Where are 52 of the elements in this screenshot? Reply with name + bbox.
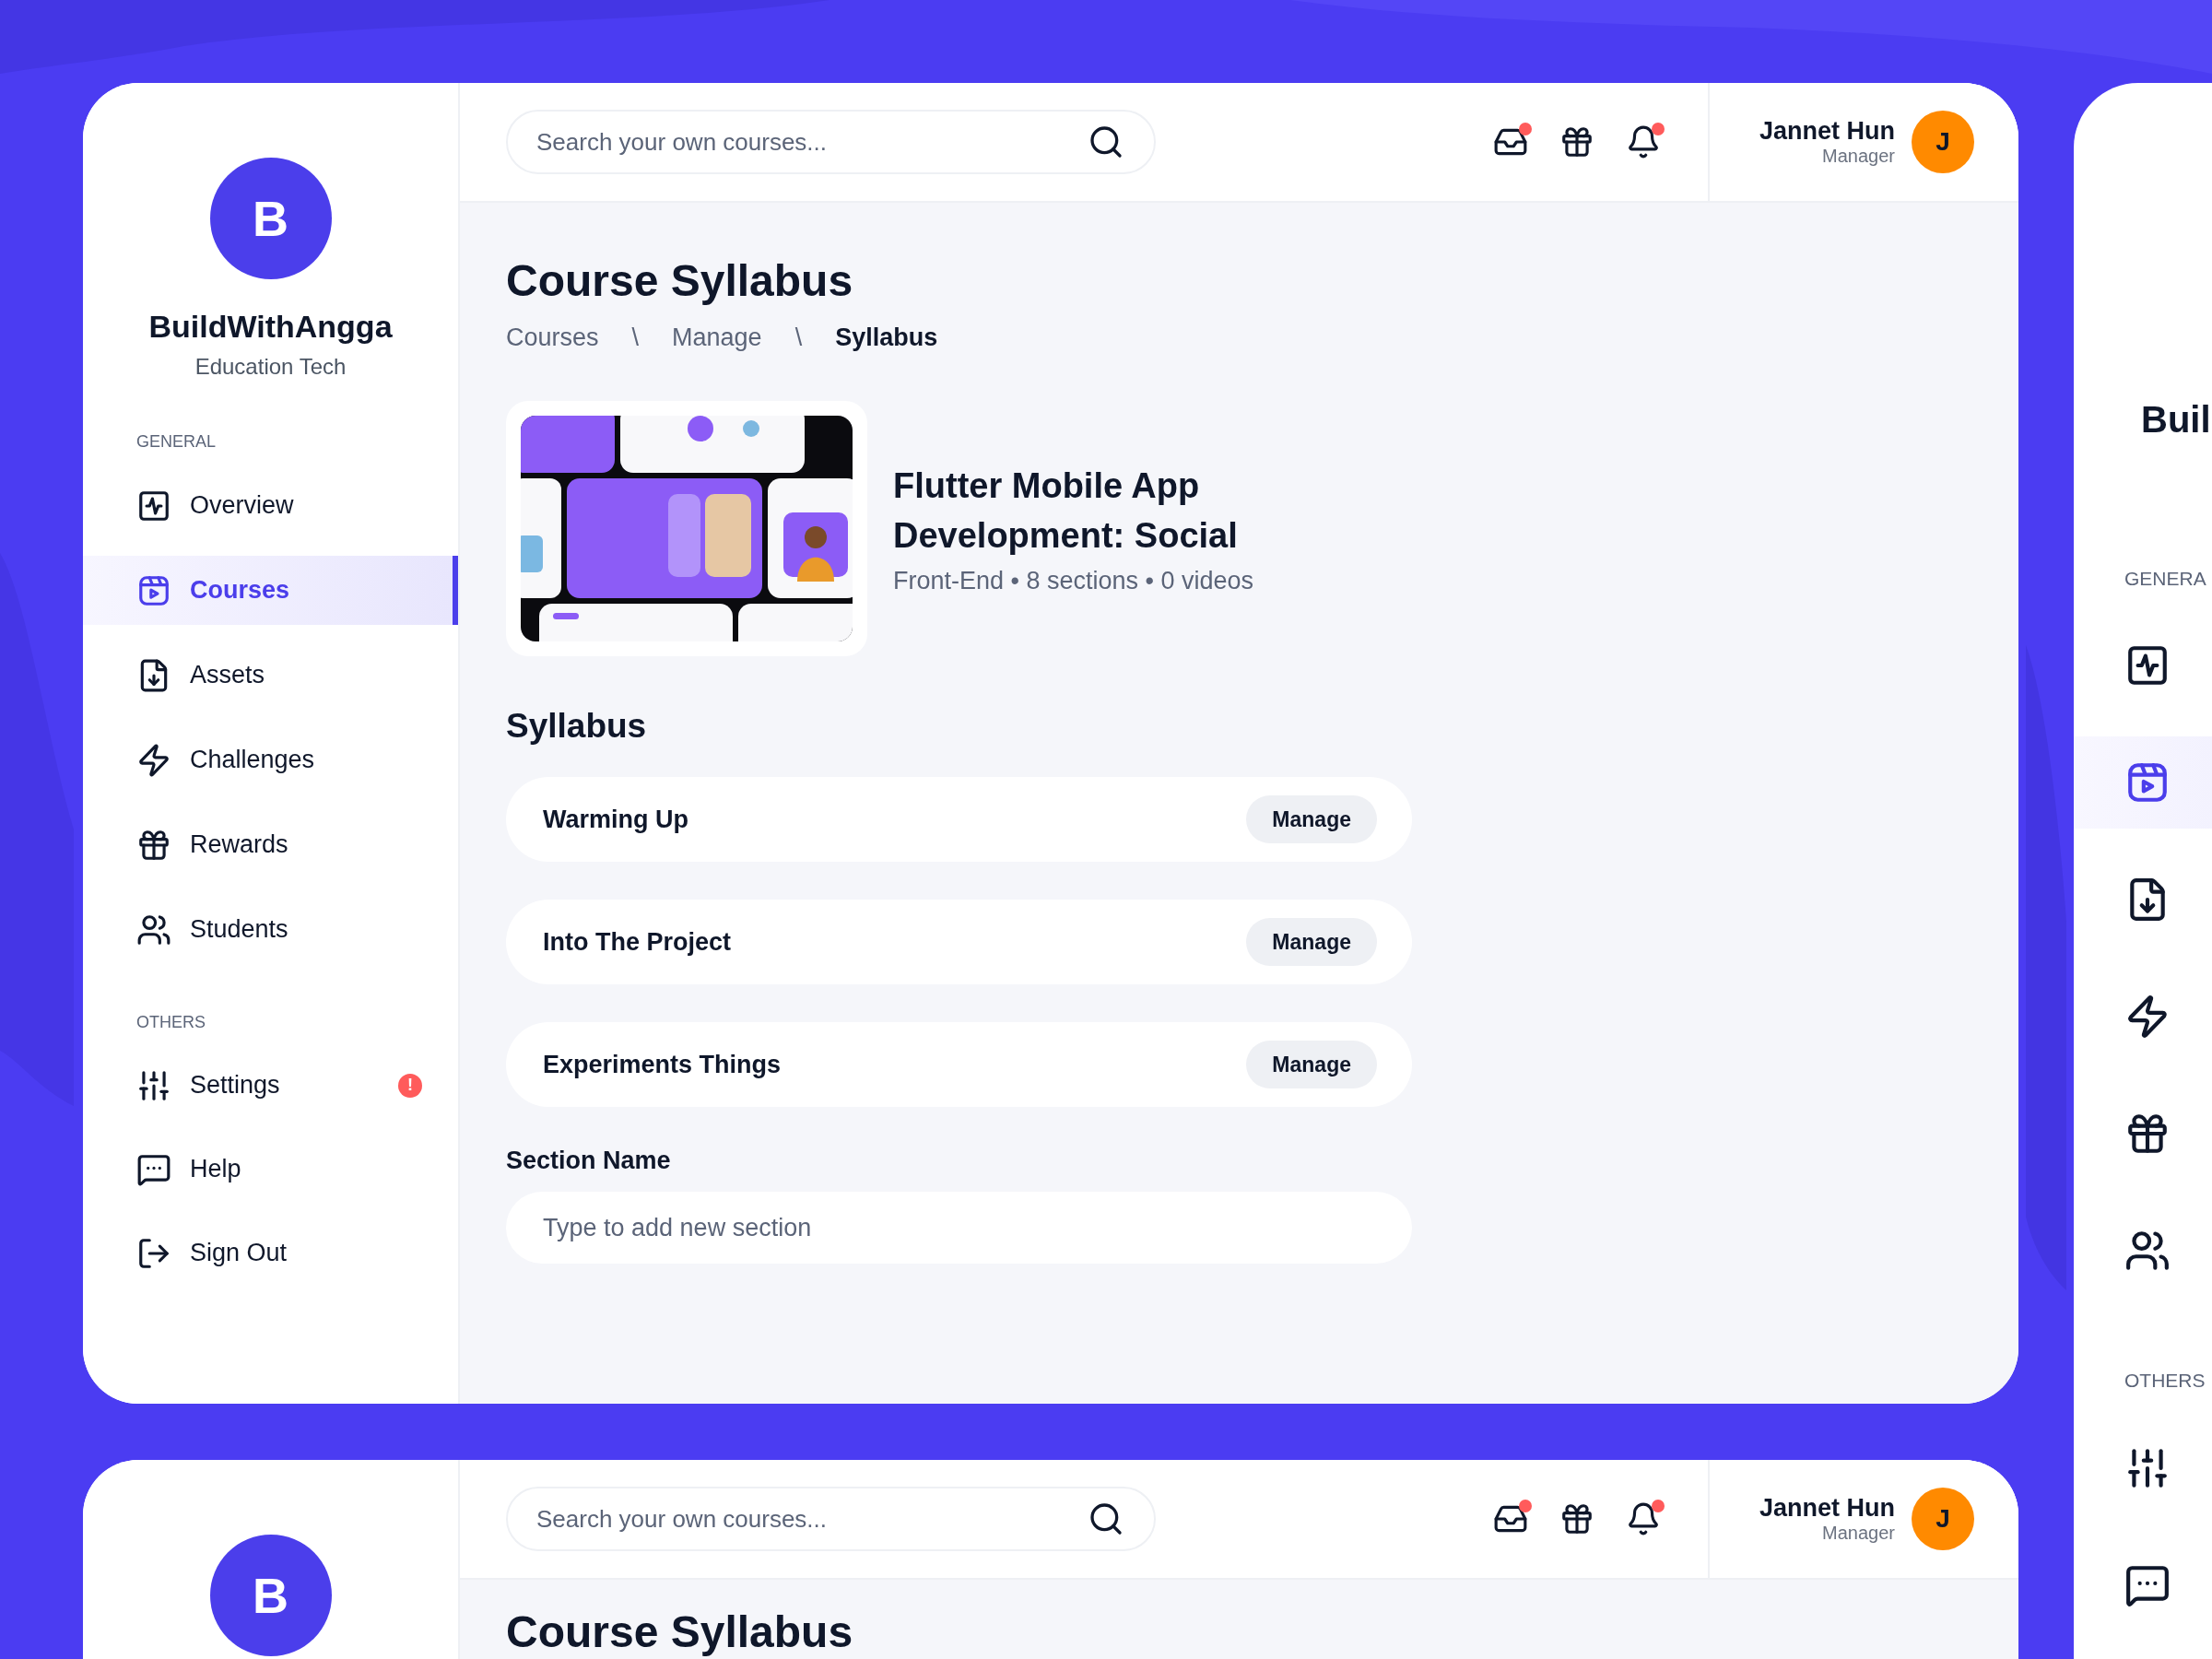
section-heading: GENERA xyxy=(2124,567,2207,591)
syllabus-section-name: Warming Up xyxy=(543,804,688,835)
manage-button[interactable]: Manage xyxy=(1246,918,1377,966)
user-avatar[interactable]: J xyxy=(1912,111,1974,173)
gift-icon[interactable] xyxy=(1559,1501,1594,1536)
section-name-field[interactable]: Type to add new section xyxy=(506,1192,1412,1264)
sidebar-item[interactable]: Help xyxy=(83,1135,458,1204)
bell-icon[interactable] xyxy=(1626,124,1661,159)
search-field[interactable]: Search your own courses... xyxy=(506,1487,1156,1551)
user-avatar[interactable]: J xyxy=(1912,1488,1974,1550)
breadcrumb-link[interactable]: Manage xyxy=(672,322,762,353)
sidebar-item[interactable]: Sign Out xyxy=(83,1218,458,1288)
section-heading: OTHERS xyxy=(2124,1369,2206,1393)
search-icon[interactable] xyxy=(1088,1500,1124,1537)
search-icon[interactable] xyxy=(1088,124,1124,160)
breadcrumb-separator: \ xyxy=(631,323,640,353)
field-label: Section Name xyxy=(506,1146,671,1176)
search-field[interactable]: Search your own courses... xyxy=(506,110,1156,174)
bell-icon[interactable] xyxy=(1626,1501,1661,1536)
page-title: Course Syllabus xyxy=(506,1609,854,1655)
page-title: Course Syllabus xyxy=(506,255,853,307)
section-heading: GENERAL xyxy=(135,431,218,453)
manage-button[interactable]: Manage xyxy=(1246,795,1377,843)
syllabus-section-name: Experiments Things xyxy=(543,1049,782,1080)
manage-button[interactable]: Manage xyxy=(1246,1041,1377,1088)
sidebar-item[interactable]: Settings ! xyxy=(83,1051,458,1120)
breadcrumb-link[interactable]: Courses xyxy=(506,322,599,353)
brand-logo: B xyxy=(209,158,332,279)
alert-badge: ! xyxy=(398,1073,422,1098)
breadcrumb-separator: \ xyxy=(794,323,803,353)
brand-tagline: Education Tech xyxy=(194,353,347,381)
brand-name: Buil xyxy=(2140,398,2212,441)
sidebar-item[interactable]: Challenges xyxy=(83,725,458,794)
sidebar-item[interactable]: Students xyxy=(83,895,458,964)
user-name: Jannet Hun xyxy=(1759,117,1895,145)
user-name: Jannet Hun xyxy=(1759,1494,1895,1522)
course-title: Flutter Mobile App Development: Social xyxy=(893,465,1239,557)
sidebar-item[interactable]: Courses xyxy=(83,556,458,625)
brand-name: BuildWithAngga xyxy=(148,308,393,346)
sidebar-item[interactable]: Overview xyxy=(83,471,458,540)
gift-icon[interactable] xyxy=(1559,124,1594,159)
section-heading: Syllabus xyxy=(506,706,647,747)
user-role: Manager xyxy=(1822,145,1895,167)
section-heading: OTHERS xyxy=(135,1012,206,1033)
sidebar-item[interactable]: Rewards xyxy=(83,810,458,879)
breadcrumb-link[interactable]: Syllabus xyxy=(835,322,938,353)
course-meta: Front-End • 8 sections • 0 videos xyxy=(893,565,1255,596)
brand-logo: B xyxy=(209,1535,332,1656)
syllabus-section-name: Into The Project xyxy=(543,926,732,958)
user-role: Manager xyxy=(1822,1522,1895,1544)
lightning-icon xyxy=(136,742,171,778)
sidebar-item[interactable]: Assets xyxy=(83,641,458,710)
